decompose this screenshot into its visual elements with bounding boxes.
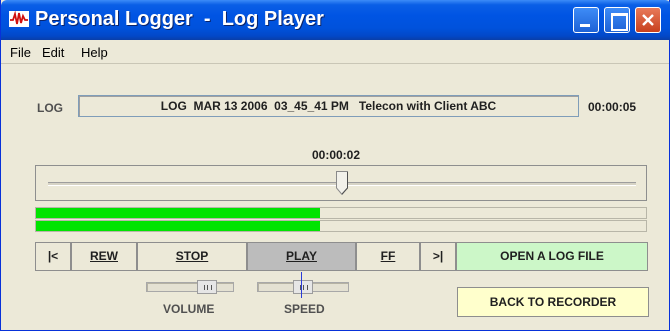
app-logo-icon xyxy=(9,11,29,27)
volume-slider-thumb[interactable] xyxy=(197,280,217,294)
log-player-window: Personal Logger - Log Player File Edit H… xyxy=(0,0,670,331)
go-to-end-button[interactable]: >| xyxy=(420,242,456,271)
level-meter-right xyxy=(35,220,647,232)
position-slider[interactable] xyxy=(35,165,647,201)
position-slider-thumb[interactable] xyxy=(336,171,348,196)
volume-slider[interactable] xyxy=(146,280,234,294)
play-button[interactable]: PLAY xyxy=(247,242,356,271)
speed-label: SPEED xyxy=(284,302,325,316)
maximize-icon[interactable] xyxy=(604,7,630,33)
log-name-field: LOG MAR 13 2006 03_45_41 PM Telecon with… xyxy=(78,95,579,117)
volume-slider-track xyxy=(146,282,234,292)
rewind-button[interactable]: REW xyxy=(71,242,137,271)
current-position-time: 00:00:02 xyxy=(311,148,361,162)
menu-help[interactable]: Help xyxy=(81,45,108,60)
window-title: Personal Logger - Log Player xyxy=(35,8,324,30)
minimize-icon[interactable] xyxy=(573,7,599,33)
volume-label: VOLUME xyxy=(163,302,215,316)
menu-file[interactable]: File xyxy=(10,45,31,60)
speed-slider[interactable] xyxy=(257,280,349,294)
level-meter-left-fill xyxy=(36,208,320,218)
fast-forward-button[interactable]: FF xyxy=(356,242,420,271)
log-label: LOG xyxy=(37,101,63,115)
menu-bar: File Edit Help xyxy=(1,40,669,64)
back-to-recorder-button[interactable]: BACK TO RECORDER xyxy=(457,287,649,317)
level-meter-right-fill xyxy=(36,221,320,231)
level-meter-left xyxy=(35,207,647,219)
log-total-time: 00:00:05 xyxy=(588,100,637,114)
title-bar[interactable]: Personal Logger - Log Player xyxy=(1,0,670,40)
speed-slider-thumb[interactable] xyxy=(293,280,313,294)
menu-edit[interactable]: Edit xyxy=(42,45,64,60)
open-log-file-button[interactable]: OPEN A LOG FILE xyxy=(456,242,648,271)
close-icon[interactable] xyxy=(635,7,661,33)
stop-button[interactable]: STOP xyxy=(137,242,247,271)
speed-normal-marker xyxy=(301,272,302,298)
go-to-start-button[interactable]: |< xyxy=(35,242,71,271)
